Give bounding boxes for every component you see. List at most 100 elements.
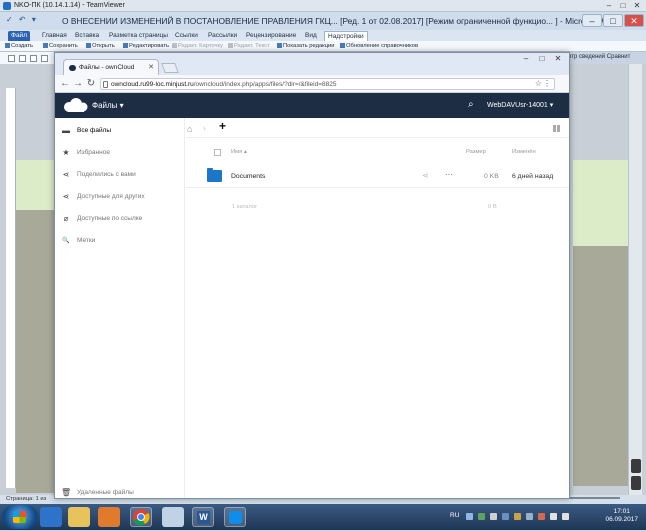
share-icon[interactable]: ⋖ [422, 171, 429, 180]
page-count: Страница: 1 из [6, 496, 47, 502]
browser-tab[interactable]: Файлы - ownCloud ✕ [63, 59, 159, 75]
edit-card-button[interactable]: Редакт. Карточку [172, 42, 223, 51]
tab-insert[interactable]: Вставка [72, 31, 102, 41]
file-row[interactable]: Documents ⋖ ··· 0 KB 6 дней назад [186, 166, 569, 188]
ribbon-small-icon[interactable] [41, 55, 48, 62]
close-tab-icon[interactable]: ✕ [148, 63, 154, 71]
update-directories-button[interactable]: Обновление справочников [340, 42, 418, 51]
teamviewer-taskbar-icon[interactable] [224, 507, 246, 527]
folder-icon: ▬ [62, 126, 70, 135]
edit-icon [123, 42, 128, 48]
chrome-close-button[interactable]: ✕ [550, 54, 566, 64]
owncloud-favicon-icon [69, 65, 76, 71]
column-name[interactable]: Имя ▴ [231, 149, 247, 155]
tray-icon[interactable] [490, 513, 497, 520]
clock-date: 06.09.2017 [605, 516, 638, 523]
edit-card-icon [172, 42, 177, 48]
address-bar[interactable]: owncloud.ru99-loc.minjust.ru/owncloud/in… [100, 78, 555, 90]
tab-addins[interactable]: Надстройки [324, 31, 368, 41]
quick-access-toolbar[interactable]: ✓ ↶ ▾ [6, 15, 38, 24]
chrome-toolbar: ← → ↻ owncloud.ru99-loc.minjust.ru/owncl… [55, 75, 569, 93]
summary-size: 0 B [488, 204, 497, 210]
word-maximize-button[interactable]: □ [603, 14, 623, 27]
grid-view-icon[interactable] [553, 125, 560, 132]
create-button[interactable]: Создать [5, 42, 33, 51]
volume-icon[interactable] [562, 513, 569, 520]
word-minimize-button[interactable]: – [582, 14, 602, 27]
column-size[interactable]: Размер [466, 149, 486, 155]
edit-text-button[interactable]: Редакт. Текст [228, 42, 270, 51]
language-indicator[interactable]: RU [450, 512, 459, 519]
zoom-slider[interactable] [570, 497, 620, 499]
link-icon: ⌀ [63, 214, 69, 223]
word-close-button[interactable]: ✕ [624, 14, 644, 27]
files-main: ⌂ › + Имя ▴ Размер Изменён Documents ⋖ ·… [186, 118, 569, 498]
apps-menu[interactable]: Файлы ▾ [92, 101, 124, 110]
explorer-taskbar-icon[interactable] [68, 507, 90, 527]
bookmark-star-icon[interactable]: ☆ [535, 79, 542, 88]
reload-icon[interactable]: ↻ [85, 78, 97, 90]
start-button[interactable] [2, 505, 38, 529]
more-actions-icon[interactable]: ··· [445, 170, 453, 179]
forward-icon[interactable]: → [72, 78, 84, 90]
update-icon [340, 42, 345, 48]
page-info-icon[interactable] [103, 81, 108, 88]
chrome-taskbar-icon[interactable] [130, 507, 152, 527]
new-file-button[interactable]: + [219, 119, 226, 133]
ribbon-tabs: Файл Главная Вставка Разметка страницы С… [0, 30, 646, 41]
word-scrollbar[interactable] [628, 64, 642, 495]
back-icon[interactable]: ← [59, 78, 71, 90]
edit-button[interactable]: Редактировать [123, 42, 169, 51]
network-icon[interactable] [550, 513, 557, 520]
app-taskbar-icon[interactable] [162, 507, 184, 527]
ribbon-small-icon[interactable] [19, 55, 26, 62]
url-path: /owncloud/index.php/apps/files/?dir=/&fi… [193, 81, 337, 88]
maximize-button[interactable]: □ [616, 1, 630, 10]
select-all-checkbox[interactable] [214, 149, 221, 156]
tray-icon[interactable] [526, 513, 533, 520]
show-revisions-button[interactable]: Показать редакции [277, 42, 335, 51]
tray-icon[interactable] [466, 513, 473, 520]
owncloud-logo-icon[interactable] [62, 98, 88, 112]
media-player-taskbar-icon[interactable] [98, 507, 120, 527]
new-tab-button[interactable] [161, 63, 179, 73]
tag-icon: 🔍 [62, 238, 70, 244]
open-button[interactable]: Открыть [86, 42, 115, 51]
chrome-maximize-button[interactable]: □ [534, 54, 550, 64]
tab-view[interactable]: Вид [302, 31, 320, 41]
ribbon-small-icon[interactable] [8, 55, 15, 62]
teamviewer-icon [229, 511, 242, 524]
system-tray: RU 17:01 06.09.2017 [440, 504, 646, 530]
tab-references[interactable]: Ссылки [172, 31, 201, 41]
search-icon[interactable]: ⌕ [468, 99, 474, 110]
user-menu[interactable]: WebDAVUsr-14001 ▾ [487, 101, 553, 109]
scroll-button[interactable] [631, 476, 641, 490]
tray-icon[interactable] [502, 513, 509, 520]
chrome-minimize-button[interactable]: – [518, 54, 534, 64]
tab-review[interactable]: Рецензирование [243, 31, 299, 41]
file-name[interactable]: Documents [231, 173, 265, 180]
teamviewer-logo-icon [3, 2, 11, 10]
tray-icon[interactable] [514, 513, 521, 520]
tab-title: Файлы - ownCloud [79, 64, 135, 71]
column-modified[interactable]: Изменён [512, 149, 536, 155]
save-button[interactable]: Сохранить [43, 42, 78, 51]
ribbon-right-label: отр сведений Сравнит [568, 54, 631, 60]
tab-home[interactable]: Главная [39, 31, 70, 41]
tray-icon[interactable] [538, 513, 545, 520]
minimize-button[interactable]: – [602, 1, 616, 10]
tab-page-layout[interactable]: Разметка страницы [106, 31, 171, 41]
tab-mailings[interactable]: Рассылки [205, 31, 240, 41]
clock[interactable]: 17:01 06.09.2017 [605, 508, 638, 524]
word-taskbar-icon[interactable]: W [192, 507, 214, 527]
tab-file[interactable]: Файл [8, 31, 30, 41]
files-controls: ⌂ › + [186, 118, 569, 138]
home-icon[interactable]: ⌂ [187, 124, 192, 134]
ie-taskbar-icon[interactable] [40, 507, 62, 527]
tray-icon[interactable] [478, 513, 485, 520]
scroll-button[interactable] [631, 459, 641, 473]
chrome-menu-icon[interactable]: ⋮ [543, 79, 551, 88]
close-button[interactable]: ✕ [630, 1, 644, 10]
ribbon-small-icon[interactable] [30, 55, 37, 62]
chrome-tabstrip: Файлы - ownCloud ✕ – □ ✕ [55, 53, 569, 75]
